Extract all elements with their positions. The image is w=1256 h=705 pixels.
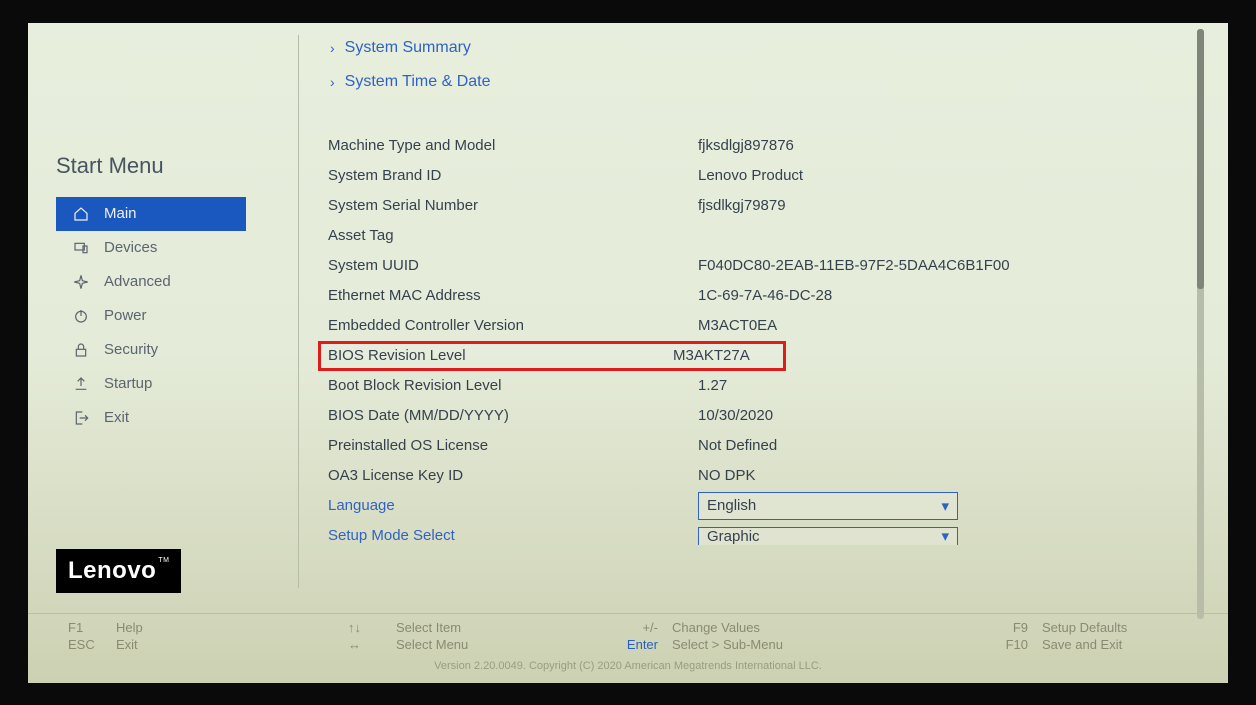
row-uuid: System UUID F040DC80-2EAB-11EB-97F2-5DAA…: [328, 251, 1228, 281]
label: Asset Tag: [328, 227, 698, 244]
label: Embedded Controller Version: [328, 317, 698, 334]
hint-select-menu: ↔Select Menu: [348, 637, 618, 652]
power-icon: [70, 308, 92, 324]
value: 10/30/2020: [698, 407, 773, 424]
sidebar: Start Menu Main Devices: [28, 23, 278, 613]
home-icon: [70, 206, 92, 222]
sidebar-item-exit[interactable]: Exit: [56, 401, 278, 435]
label: System Brand ID: [328, 167, 698, 184]
value: M3ACT0EA: [698, 317, 777, 334]
select-value: Graphic: [707, 528, 760, 545]
row-asset-tag: Asset Tag: [328, 221, 1228, 251]
submenu-system-summary[interactable]: › System Summary: [328, 39, 1228, 57]
exit-icon: [70, 410, 92, 426]
value: F040DC80-2EAB-11EB-97F2-5DAA4C6B1F00: [698, 257, 1010, 274]
sidebar-item-devices[interactable]: Devices: [56, 231, 278, 265]
row-bios-date: BIOS Date (MM/DD/YYYY) 10/30/2020: [328, 401, 1228, 431]
sidebar-item-security[interactable]: Security: [56, 333, 278, 367]
label: System UUID: [328, 257, 698, 274]
select-value: English: [707, 497, 756, 514]
info-rows: Machine Type and Model fjksdlgj897876 Sy…: [328, 131, 1228, 551]
value: 1.27: [698, 377, 727, 394]
spark-icon: [70, 274, 92, 290]
sidebar-item-label: Power: [104, 307, 147, 324]
vertical-divider: [298, 35, 299, 588]
setup-mode-select[interactable]: Graphic ▾: [698, 527, 958, 545]
value: fjsdlkgj79879: [698, 197, 786, 214]
language-select[interactable]: English ▾: [698, 492, 958, 520]
chevron-down-icon: ▾: [941, 527, 949, 545]
value: fjksdlgj897876: [698, 137, 794, 154]
row-language: Language English ▾: [328, 491, 1228, 521]
value: Not Defined: [698, 437, 777, 454]
start-menu-title: Start Menu: [56, 153, 278, 179]
footer: F1Help ESCExit ↑↓Select Item ↔Select Men…: [28, 613, 1228, 683]
sidebar-item-label: Exit: [104, 409, 129, 426]
lenovo-logo: LenovoTM: [56, 549, 181, 593]
hint-f10-save-exit: F10Save and Exit: [988, 637, 1188, 652]
footer-keys: F1Help ESCExit ↑↓Select Item ↔Select Men…: [28, 614, 1228, 652]
sidebar-item-power[interactable]: Power: [56, 299, 278, 333]
row-ec-version: Embedded Controller Version M3ACT0EA: [328, 311, 1228, 341]
sidebar-item-label: Startup: [104, 375, 152, 392]
value: NO DPK: [698, 467, 756, 484]
scrollbar-thumb[interactable]: [1197, 29, 1204, 289]
label: Ethernet MAC Address: [328, 287, 698, 304]
chevron-right-icon: ›: [330, 40, 335, 56]
sidebar-item-label: Advanced: [104, 273, 171, 290]
sidebar-item-label: Security: [104, 341, 158, 358]
row-setup-mode: Setup Mode Select Graphic ▾: [328, 521, 1228, 551]
chevron-down-icon: ▾: [941, 497, 949, 515]
row-oa3-key: OA3 License Key ID NO DPK: [328, 461, 1228, 491]
submenu-system-time-date[interactable]: › System Time & Date: [328, 73, 1228, 91]
label: Language: [328, 497, 698, 514]
row-brand: System Brand ID Lenovo Product: [328, 161, 1228, 191]
label: OA3 License Key ID: [328, 467, 698, 484]
value: M3AKT27A: [673, 347, 750, 364]
label: Preinstalled OS License: [328, 437, 698, 454]
row-mac: Ethernet MAC Address 1C-69-7A-46-DC-28: [328, 281, 1228, 311]
label: System Serial Number: [328, 197, 698, 214]
sidebar-item-advanced[interactable]: Advanced: [56, 265, 278, 299]
row-machine-type: Machine Type and Model fjksdlgj897876: [328, 131, 1228, 161]
menu-list: Main Devices Advanced: [56, 197, 278, 435]
hint-change-values: +/-Change Values: [618, 620, 898, 635]
row-os-license: Preinstalled OS License Not Defined: [328, 431, 1228, 461]
sidebar-item-label: Main: [104, 205, 137, 222]
submenu-label: System Time & Date: [345, 73, 491, 91]
label: Machine Type and Model: [328, 137, 698, 154]
copyright: Version 2.20.0049. Copyright (C) 2020 Am…: [28, 660, 1228, 672]
body-area: Start Menu Main Devices: [28, 23, 1228, 613]
label: BIOS Revision Level: [328, 347, 673, 364]
hint-f9-defaults: F9Setup Defaults: [988, 620, 1188, 635]
chevron-right-icon: ›: [330, 74, 335, 90]
label: Setup Mode Select: [328, 527, 698, 544]
submenu-label: System Summary: [345, 39, 471, 57]
hint-f1-help: F1Help: [68, 620, 318, 635]
row-bios-revision-highlighted: BIOS Revision Level M3AKT27A: [318, 341, 786, 371]
value: Lenovo Product: [698, 167, 803, 184]
hint-esc-exit: ESCExit: [68, 637, 318, 652]
value: 1C-69-7A-46-DC-28: [698, 287, 832, 304]
label: BIOS Date (MM/DD/YYYY): [328, 407, 698, 424]
sidebar-item-startup[interactable]: Startup: [56, 367, 278, 401]
row-serial: System Serial Number fjsdlkgj79879: [328, 191, 1228, 221]
sidebar-item-label: Devices: [104, 239, 157, 256]
lock-icon: [70, 342, 92, 358]
hint-enter-submenu: EnterSelect > Sub-Menu: [618, 637, 898, 652]
scrollbar[interactable]: [1197, 29, 1204, 619]
row-boot-block: Boot Block Revision Level 1.27: [328, 371, 1228, 401]
sidebar-item-main[interactable]: Main: [56, 197, 246, 231]
main-content: › System Summary › System Time & Date Ma…: [278, 23, 1228, 613]
upload-icon: [70, 376, 92, 392]
bios-screen: Start Menu Main Devices: [28, 23, 1228, 683]
label: Boot Block Revision Level: [328, 377, 698, 394]
devices-icon: [70, 240, 92, 256]
hint-select-item: ↑↓Select Item: [348, 620, 618, 635]
